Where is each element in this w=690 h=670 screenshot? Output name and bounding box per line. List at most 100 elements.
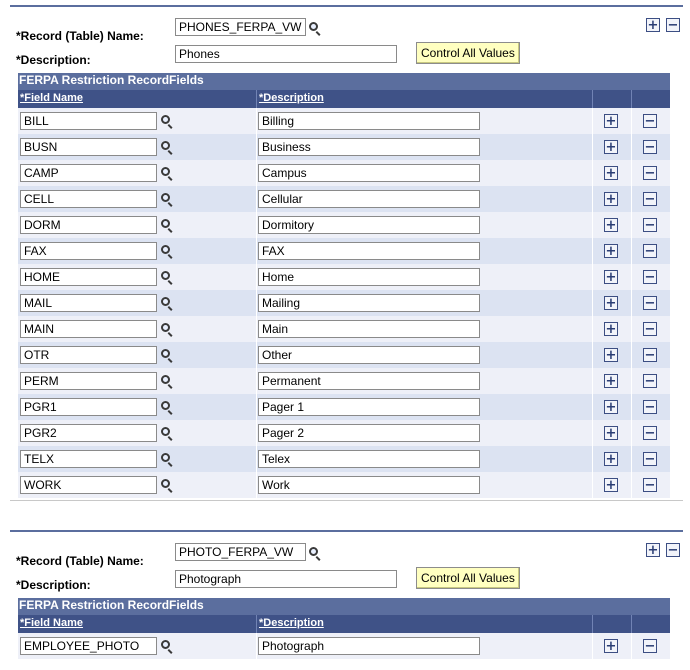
field-lookup-icon[interactable] <box>160 296 174 311</box>
add-row-button[interactable]: + <box>604 114 618 128</box>
field-name-input[interactable]: MAIN <box>20 320 157 338</box>
record-lookup-icon[interactable] <box>308 21 322 36</box>
add-row-button[interactable]: + <box>604 478 618 492</box>
control-all-values-button[interactable]: Control All Values <box>416 42 520 64</box>
field-lookup-icon[interactable] <box>160 192 174 207</box>
field-name-input[interactable]: DORM <box>20 216 157 234</box>
field-description-input[interactable]: Permanent <box>258 372 480 390</box>
col-description[interactable]: *Description <box>259 617 324 629</box>
field-name-input[interactable]: PGR1 <box>20 398 157 416</box>
field-description-input[interactable]: Pager 2 <box>258 424 480 442</box>
add-row-button[interactable]: + <box>604 270 618 284</box>
field-lookup-icon[interactable] <box>160 426 174 441</box>
remove-section-button[interactable]: − <box>666 543 680 557</box>
add-row-button[interactable]: + <box>604 192 618 206</box>
field-name-input[interactable]: CAMP <box>20 164 157 182</box>
add-row-button[interactable]: + <box>604 244 618 258</box>
table-row: BILL Billing + − <box>18 108 670 134</box>
add-row-button[interactable]: + <box>604 140 618 154</box>
delete-row-button[interactable]: − <box>643 322 657 336</box>
add-row-button[interactable]: + <box>604 452 618 466</box>
field-lookup-icon[interactable] <box>160 452 174 467</box>
add-row-button[interactable]: + <box>604 639 618 653</box>
delete-row-button[interactable]: − <box>643 270 657 284</box>
col-field-name[interactable]: *Field Name <box>20 617 83 629</box>
field-lookup-icon[interactable] <box>160 348 174 363</box>
field-description-input[interactable]: Dormitory <box>258 216 480 234</box>
add-row-button[interactable]: + <box>604 166 618 180</box>
field-name-input[interactable]: BUSN <box>20 138 157 156</box>
field-lookup-icon[interactable] <box>160 114 174 129</box>
field-lookup-icon[interactable] <box>160 322 174 337</box>
delete-row-button[interactable]: − <box>643 244 657 258</box>
col-description[interactable]: *Description <box>259 92 324 104</box>
field-name-input[interactable]: WORK <box>20 476 157 494</box>
record-name-input[interactable]: PHONES_FERPA_VW <box>175 18 306 36</box>
description-label: *Description: <box>16 578 91 592</box>
field-description-input[interactable]: Work <box>258 476 480 494</box>
field-name-input[interactable]: PERM <box>20 372 157 390</box>
delete-row-button[interactable]: − <box>643 218 657 232</box>
field-name-input[interactable]: FAX <box>20 242 157 260</box>
field-name-input[interactable]: OTR <box>20 346 157 364</box>
delete-row-button[interactable]: − <box>643 639 657 653</box>
field-description-input[interactable]: Telex <box>258 450 480 468</box>
delete-row-button[interactable]: − <box>643 400 657 414</box>
table-row: BUSN Business + − <box>18 134 670 160</box>
add-row-button[interactable]: + <box>604 374 618 388</box>
field-lookup-icon[interactable] <box>160 400 174 415</box>
field-lookup-icon[interactable] <box>160 639 174 654</box>
field-name-input[interactable]: EMPLOYEE_PHOTO <box>20 637 157 655</box>
delete-row-button[interactable]: − <box>643 374 657 388</box>
record-lookup-icon[interactable] <box>308 546 322 561</box>
field-name-input[interactable]: HOME <box>20 268 157 286</box>
field-description-input[interactable]: Billing <box>258 112 480 130</box>
field-name-input[interactable]: BILL <box>20 112 157 130</box>
field-name-input[interactable]: CELL <box>20 190 157 208</box>
add-section-button[interactable]: + <box>646 18 660 32</box>
add-row-button[interactable]: + <box>604 322 618 336</box>
field-description-input[interactable]: Home <box>258 268 480 286</box>
field-description-input[interactable]: Cellular <box>258 190 480 208</box>
remove-section-button[interactable]: − <box>666 18 680 32</box>
add-row-button[interactable]: + <box>604 426 618 440</box>
field-name-input[interactable]: MAIL <box>20 294 157 312</box>
field-description-input[interactable]: Pager 1 <box>258 398 480 416</box>
field-description-input[interactable]: Business <box>258 138 480 156</box>
description-input[interactable]: Photograph <box>175 570 397 588</box>
delete-row-button[interactable]: − <box>643 426 657 440</box>
field-description-input[interactable]: Other <box>258 346 480 364</box>
col-field-name[interactable]: *Field Name <box>20 92 83 104</box>
field-lookup-icon[interactable] <box>160 478 174 493</box>
add-row-button[interactable]: + <box>604 400 618 414</box>
field-description-input[interactable]: Campus <box>258 164 480 182</box>
delete-row-button[interactable]: − <box>643 114 657 128</box>
add-row-button[interactable]: + <box>604 296 618 310</box>
delete-row-button[interactable]: − <box>643 192 657 206</box>
add-row-button[interactable]: + <box>604 348 618 362</box>
field-description-input[interactable]: Mailing <box>258 294 480 312</box>
field-lookup-icon[interactable] <box>160 244 174 259</box>
delete-row-button[interactable]: − <box>643 296 657 310</box>
field-lookup-icon[interactable] <box>160 218 174 233</box>
field-name-input[interactable]: TELX <box>20 450 157 468</box>
delete-row-button[interactable]: − <box>643 478 657 492</box>
field-description-input[interactable]: Photograph <box>258 637 480 655</box>
field-description-input[interactable]: FAX <box>258 242 480 260</box>
grid-body: BILL Billing + − BUSN Business + − CAMP Campus + − C… <box>18 108 670 498</box>
field-lookup-icon[interactable] <box>160 166 174 181</box>
add-row-button[interactable]: + <box>604 218 618 232</box>
field-description-input[interactable]: Main <box>258 320 480 338</box>
field-name-input[interactable]: PGR2 <box>20 424 157 442</box>
field-lookup-icon[interactable] <box>160 270 174 285</box>
delete-row-button[interactable]: − <box>643 348 657 362</box>
delete-row-button[interactable]: − <box>643 166 657 180</box>
record-name-input[interactable]: PHOTO_FERPA_VW <box>175 543 306 561</box>
field-lookup-icon[interactable] <box>160 374 174 389</box>
delete-row-button[interactable]: − <box>643 140 657 154</box>
add-section-button[interactable]: + <box>646 543 660 557</box>
field-lookup-icon[interactable] <box>160 140 174 155</box>
control-all-values-button[interactable]: Control All Values <box>416 567 520 589</box>
description-input[interactable]: Phones <box>175 45 397 63</box>
delete-row-button[interactable]: − <box>643 452 657 466</box>
